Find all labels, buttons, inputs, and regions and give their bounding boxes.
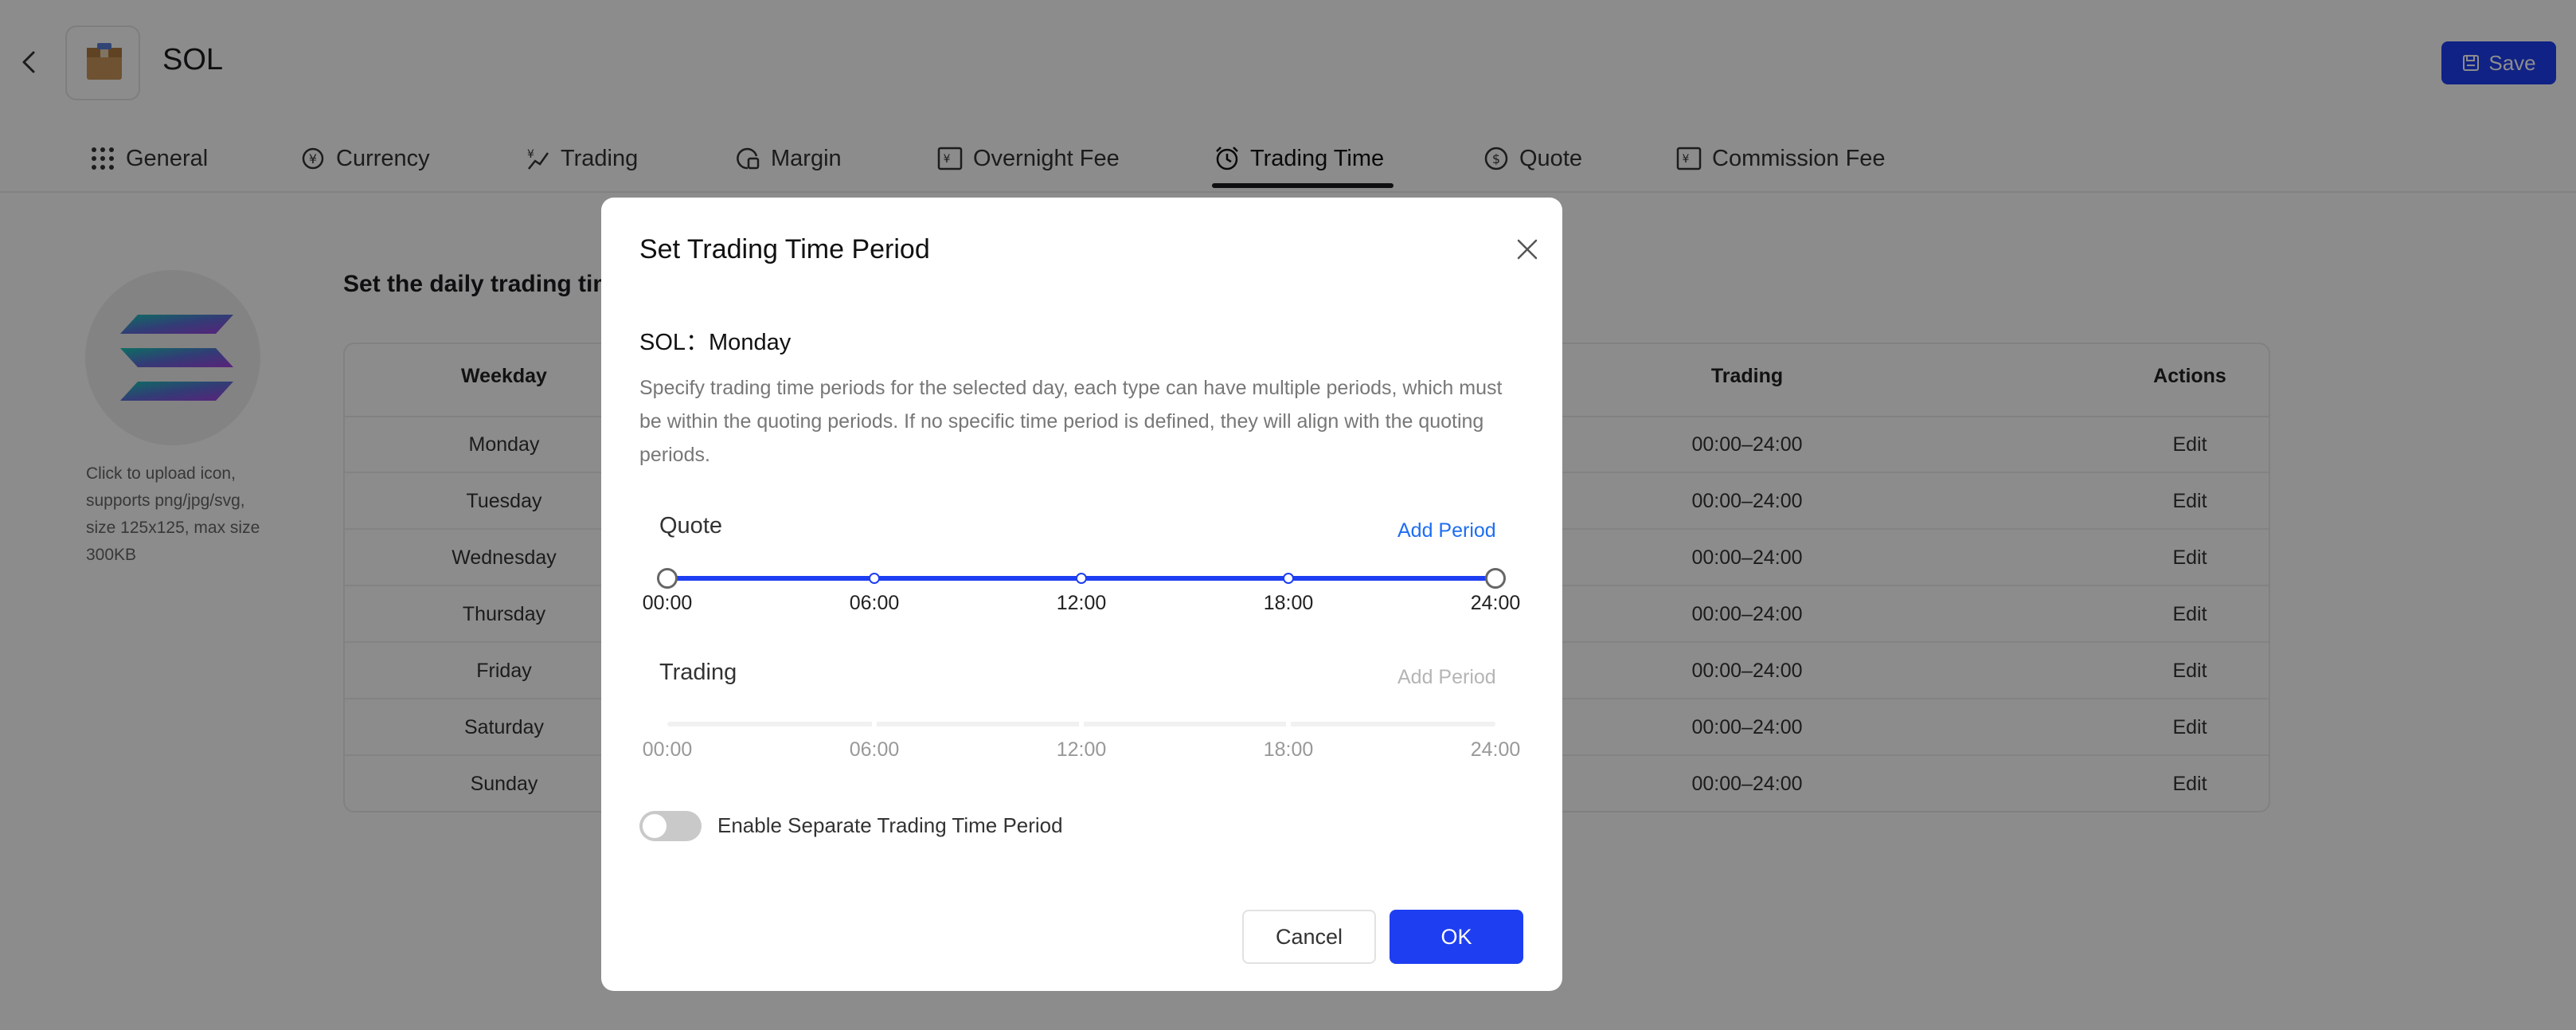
modal-description: Specify trading time periods for the sel… (639, 377, 1503, 466)
set-trading-time-modal: Set Trading Time Period SOL：Monday Speci… (601, 198, 1562, 991)
trading-tick-notch (872, 720, 877, 728)
trading-tick-notch (1286, 720, 1291, 728)
trading-tick-label: 24:00 (1470, 738, 1521, 761)
quote-tick-label: 18:00 (1263, 592, 1314, 614)
trading-tick-notch (1079, 720, 1084, 728)
trading-tick-label: 06:00 (849, 738, 900, 761)
cancel-button[interactable]: Cancel (1242, 910, 1376, 964)
quote-label: Quote (659, 513, 722, 538)
trading-label: Trading (659, 660, 737, 685)
separate-trading-time-toggle[interactable] (639, 811, 702, 841)
quote-end-handle[interactable] (1485, 568, 1506, 589)
quote-tick-label: 06:00 (849, 592, 900, 614)
toggle-label: Enable Separate Trading Time Period (717, 813, 1063, 837)
quote-tick-label: 24:00 (1470, 592, 1521, 614)
trading-tick-label: 00:00 (642, 738, 693, 761)
quote-tick-dot (1076, 573, 1087, 584)
close-icon[interactable] (1515, 237, 1539, 261)
modal-title: Set Trading Time Period (639, 234, 930, 264)
trading-add-period-button[interactable]: Add Period (1397, 666, 1496, 689)
quote-tick-dot (869, 573, 880, 584)
quote-tick-dot (1283, 573, 1294, 584)
quote-tick-label: 00:00 (642, 592, 693, 614)
quote-add-period-button[interactable]: Add Period (1397, 519, 1496, 542)
trading-tick-label: 18:00 (1263, 738, 1314, 761)
trading-tick-label: 12:00 (1056, 738, 1107, 761)
modal-subtitle: SOL：Monday (639, 330, 792, 355)
quote-start-handle[interactable] (657, 568, 678, 589)
toggle-knob (643, 814, 666, 838)
ok-button[interactable]: OK (1390, 910, 1523, 964)
quote-tick-label: 12:00 (1056, 592, 1107, 614)
